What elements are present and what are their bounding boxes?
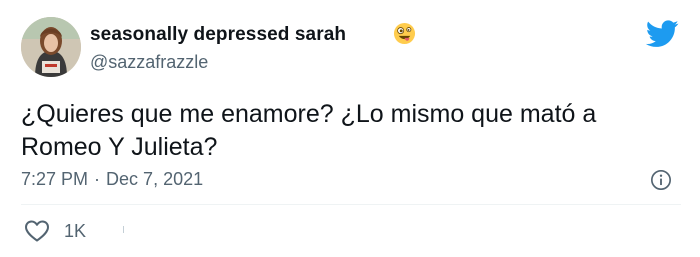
user-handle[interactable]: @sazzafrazzle [90, 52, 208, 73]
tweet-timestamp[interactable]: 7:27 PM · Dec 7, 2021 [21, 169, 203, 190]
heart-icon[interactable] [24, 219, 50, 243]
avatar[interactable] [21, 17, 81, 77]
tweet-time: 7:27 PM [21, 169, 89, 189]
tweet-text: ¿Quieres que me enamore? ¿Lo mismo que m… [21, 100, 597, 161]
twitter-bird-icon[interactable] [646, 20, 679, 48]
info-icon[interactable] [650, 169, 672, 191]
like-count[interactable]: 1K [64, 221, 86, 242]
tweet-card: seasonally depressed sarah @sazzafrazzle… [0, 0, 700, 257]
divider [21, 204, 681, 205]
zany-face-emoji [393, 22, 416, 45]
tweet-date: Dec 7, 2021 [106, 169, 204, 189]
timestamp-separator: · [94, 169, 101, 189]
action-divider [123, 226, 124, 233]
display-name[interactable]: seasonally depressed sarah [90, 24, 346, 46]
